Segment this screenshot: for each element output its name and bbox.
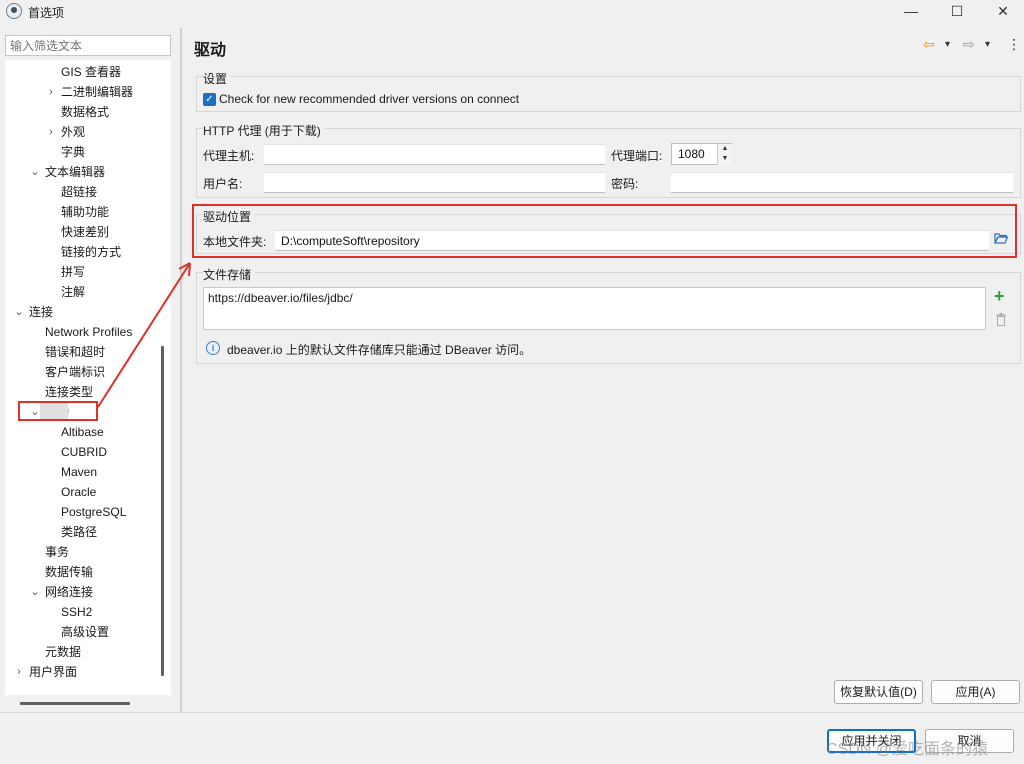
tree-item[interactable]: 数据传输 — [5, 562, 155, 582]
forward-dropdown-icon[interactable]: ▾ — [985, 39, 990, 50]
tree-item[interactable]: › 用户界面 — [5, 662, 155, 682]
title-bar — [0, 0, 1024, 24]
proxy-host-field[interactable] — [264, 144, 605, 165]
maximize-icon: ☐ — [950, 3, 964, 19]
tree-item-label: 网络连接 — [45, 585, 94, 599]
view-menu-icon[interactable]: ⋮ — [1007, 36, 1021, 53]
storage-info-text: dbeaver.io 上的默认文件存储库只能通过 DBeaver 访问。 — [227, 343, 532, 357]
tree-item-label: Altibase — [61, 425, 104, 439]
minimize-button[interactable]: — — [888, 0, 934, 24]
proxy-port-label: 代理端口: — [611, 149, 663, 163]
collapse-chevron-icon[interactable]: ⌄ — [29, 582, 41, 602]
annotation-arrow — [97, 262, 191, 408]
tree-item-label: Oracle — [61, 485, 97, 499]
tree-item-label: 二进制编辑器 — [61, 85, 134, 99]
tree-item[interactable]: 事务 — [5, 542, 155, 562]
tree-item-label: 数据传输 — [45, 565, 94, 579]
tree-item-label: 拼写 — [61, 265, 86, 279]
window-title: 首选项 — [28, 6, 65, 20]
add-storage-icon[interactable]: + — [994, 287, 1005, 305]
http-proxy-group-title: HTTP 代理 (用于下载) — [203, 122, 325, 139]
settings-group-title: 设置 — [203, 70, 232, 87]
watermark: CSDN @爱吃面条的猿 — [826, 741, 989, 758]
password-field[interactable] — [671, 172, 1013, 193]
restore-defaults-button[interactable]: 恢复默认值(D) — [834, 680, 923, 704]
tree-item[interactable]: 字典 — [5, 142, 155, 162]
collapse-chevron-icon[interactable]: ⌄ — [29, 162, 41, 182]
tree-item-label: 用户界面 — [29, 665, 78, 679]
check-driver-versions-checkbox[interactable]: ✓ — [203, 93, 216, 106]
tree-item-label: 高级设置 — [61, 625, 110, 639]
driver-item-annotation — [18, 401, 98, 421]
expand-chevron-icon[interactable]: › — [45, 82, 57, 102]
filter-input[interactable] — [5, 35, 171, 56]
check-driver-versions-label: Check for new recommended driver version… — [219, 92, 520, 106]
app-logo-icon — [6, 3, 22, 19]
port-spinner[interactable]: ▲ ▼ — [717, 144, 732, 165]
collapse-chevron-icon[interactable]: ⌄ — [13, 302, 25, 322]
tree-horizontal-scrollbar[interactable] — [20, 702, 130, 705]
tree-item[interactable]: Maven — [5, 462, 155, 482]
tree-item-label: CUBRID — [61, 445, 108, 459]
tree-item[interactable]: › 外观 — [5, 122, 155, 142]
tree-item-label: PostgreSQL — [61, 505, 127, 519]
storage-list[interactable]: https://dbeaver.io/files/jdbc/ — [203, 287, 986, 330]
tree-item-label: SSH2 — [61, 605, 93, 619]
delete-storage-icon[interactable] — [996, 313, 1006, 326]
tree-item-label: 连接类型 — [45, 385, 94, 399]
tree-item[interactable]: PostgreSQL — [5, 502, 155, 522]
tree-item[interactable]: 类路径 — [5, 522, 155, 542]
tree-item-label: 类路径 — [61, 525, 98, 539]
back-arrow-icon[interactable]: ⇦ — [923, 36, 935, 53]
tree-item-label: Maven — [61, 465, 98, 479]
tree-item[interactable]: ⌄ 文本编辑器 — [5, 162, 155, 182]
tree-item-label: 字典 — [61, 145, 86, 159]
tree-item-label: GIS 查看器 — [61, 65, 122, 79]
password-label: 密码: — [611, 177, 639, 191]
info-icon: i — [206, 341, 220, 355]
file-storage-group-title: 文件存储 — [203, 266, 256, 283]
tree-item[interactable]: › 二进制编辑器 — [5, 82, 155, 102]
tree-item[interactable]: 超链接 — [5, 182, 155, 202]
driver-location-highlight — [192, 204, 1017, 258]
tree-item-label: 辅助功能 — [61, 205, 110, 219]
minimize-icon: — — [904, 3, 918, 19]
tree-item[interactable]: ⌄ 网络连接 — [5, 582, 155, 602]
tree-item-label: 外观 — [61, 125, 86, 139]
close-icon: ✕ — [997, 3, 1009, 19]
tree-item-label: 超链接 — [61, 185, 98, 199]
tree-item-label: 连接 — [29, 305, 54, 319]
maximize-button[interactable]: ☐ — [934, 0, 980, 24]
tree-item[interactable]: 元数据 — [5, 642, 155, 662]
tree-item[interactable]: 辅助功能 — [5, 202, 155, 222]
tree-item[interactable]: Altibase — [5, 422, 155, 442]
expand-chevron-icon[interactable]: › — [45, 122, 57, 142]
forward-arrow-icon[interactable]: ⇨ — [963, 36, 975, 53]
apply-button[interactable]: 应用(A) — [931, 680, 1020, 704]
username-label: 用户名: — [203, 177, 243, 191]
back-dropdown-icon[interactable]: ▾ — [945, 39, 950, 50]
checkmark-icon: ✓ — [205, 94, 214, 105]
page-title: 驱动 — [194, 42, 227, 59]
username-field[interactable] — [264, 172, 605, 193]
tree-item[interactable]: 快速差别 — [5, 222, 155, 242]
tree-item[interactable]: 高级设置 — [5, 622, 155, 642]
tree-item-label: 元数据 — [45, 645, 82, 659]
tree-item-label: 注解 — [61, 285, 86, 299]
tree-item[interactable]: CUBRID — [5, 442, 155, 462]
storage-url-item[interactable]: https://dbeaver.io/files/jdbc/ — [204, 288, 985, 308]
tree-item-label: 数据格式 — [61, 105, 110, 119]
tree-item-label: 事务 — [45, 545, 70, 559]
expand-chevron-icon[interactable]: › — [13, 662, 25, 682]
tree-item[interactable]: 数据格式 — [5, 102, 155, 122]
tree-item-label: 快速差别 — [61, 225, 110, 239]
tree-item-label: 文本编辑器 — [45, 165, 106, 179]
tree-item[interactable]: SSH2 — [5, 602, 155, 622]
proxy-host-label: 代理主机: — [203, 149, 255, 163]
close-window-button[interactable]: ✕ — [980, 0, 1024, 24]
tree-item[interactable]: Oracle — [5, 482, 155, 502]
tree-item[interactable]: GIS 查看器 — [5, 62, 155, 82]
